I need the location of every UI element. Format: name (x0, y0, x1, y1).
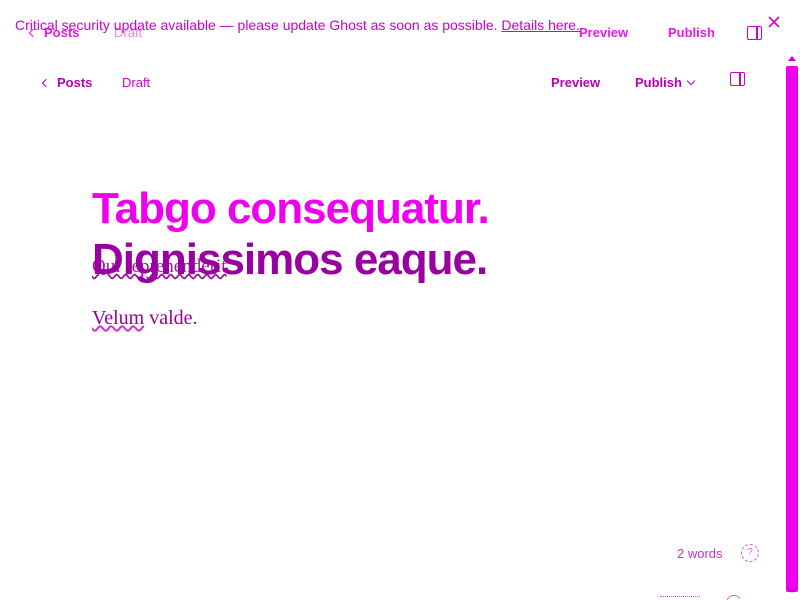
ghost-help-icon (726, 595, 740, 600)
banner-details-link[interactable]: Details here. (501, 17, 580, 33)
chevron-down-icon (686, 76, 696, 86)
back-to-posts-link[interactable]: Posts (41, 75, 92, 90)
publish-button[interactable]: Publish (635, 75, 696, 90)
body-text: valde. (144, 307, 198, 329)
help-icon[interactable]: ? (741, 544, 759, 562)
sidebar-toggle-icon[interactable] (730, 72, 745, 86)
close-icon[interactable] (764, 12, 784, 32)
post-body-editor[interactable]: Velum valde. (92, 307, 198, 330)
ghost-publish-button[interactable]: Publish (668, 25, 715, 40)
post-title-line-2: Dignissimos eaque. (92, 235, 488, 284)
ghost-word-count-icon (660, 596, 700, 598)
ghost-sidebar-toggle-icon[interactable] (747, 26, 762, 40)
ghost-preview-button[interactable]: Preview (579, 25, 628, 40)
banner-message: Critical security update available — ple… (15, 17, 498, 33)
post-title-input[interactable]: Tabgo consequatur. Dignissimos eaque. (92, 183, 490, 285)
chevron-left-icon (41, 78, 51, 88)
post-status-label: Draft (122, 75, 151, 90)
post-title-line-1: Tabgo consequatur. (92, 184, 490, 233)
scroll-up-arrow-icon[interactable] (788, 56, 796, 61)
misspelled-word: Velum (92, 307, 145, 329)
security-banner: Critical security update available — ple… (15, 17, 580, 33)
preview-button[interactable]: Preview (551, 75, 600, 90)
scroll-down-arrow-icon[interactable] (788, 588, 796, 593)
editor-topbar: Posts Draft Preview Publish (0, 68, 780, 96)
editor-scrollbar[interactable] (784, 52, 800, 600)
word-count: 2 words (677, 546, 723, 561)
scrollbar-thumb[interactable] (786, 66, 798, 592)
ghost-footer (660, 592, 740, 600)
